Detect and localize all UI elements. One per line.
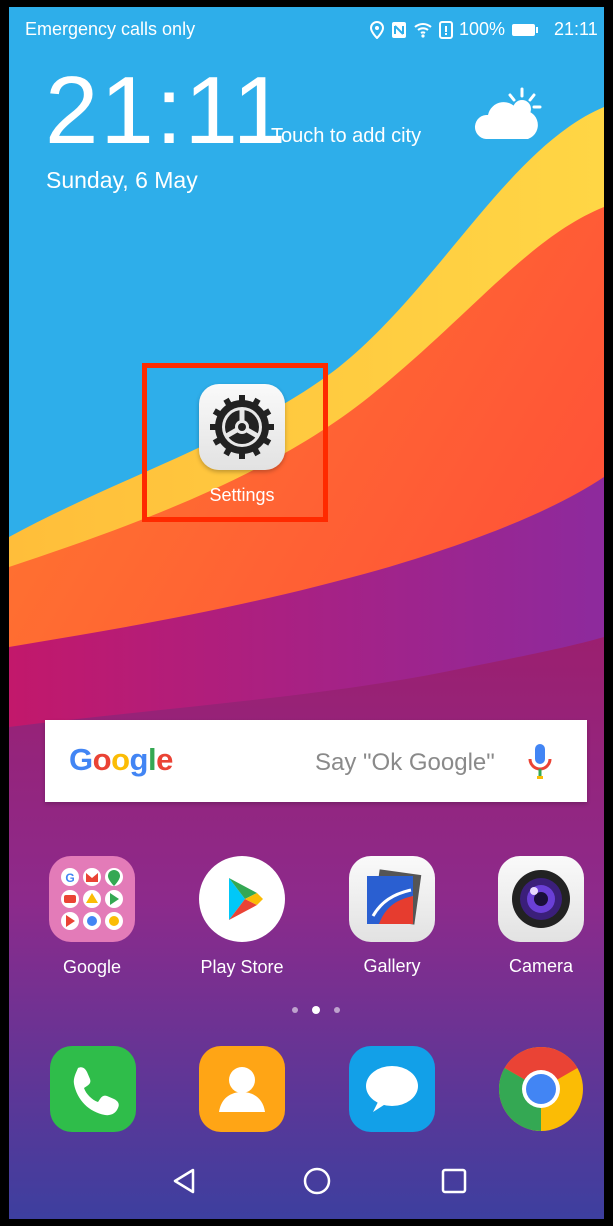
status-icons: 100% — [369, 19, 539, 40]
weather-cloud-sun-icon[interactable] — [472, 87, 544, 145]
gallery-icon[interactable] — [349, 856, 435, 942]
phone-handset — [73, 1067, 119, 1116]
google-logo: Google — [69, 742, 173, 777]
home-screen: Emergency calls only 100% 21:11 21:11 To… — [9, 7, 604, 1219]
status-time: 21:11 — [554, 19, 598, 39]
wifi-icon — [414, 22, 432, 38]
clock-date: Sunday, 6 May — [46, 167, 198, 193]
page-indicator — [291, 1005, 341, 1015]
carrier-text: Emergency calls only — [25, 19, 196, 39]
google-search-bar[interactable]: Google Say "Ok Google" — [45, 720, 587, 802]
location-icon — [369, 20, 385, 39]
gallery-photos — [367, 869, 422, 925]
play-store-icon[interactable] — [199, 856, 285, 942]
recents-icon[interactable] — [439, 1166, 469, 1196]
contact-person — [219, 1067, 265, 1112]
gallery-label: Gallery — [363, 956, 421, 976]
svg-text:G: G — [65, 871, 74, 885]
messages-icon[interactable] — [349, 1046, 435, 1132]
storage-alert-icon — [439, 20, 453, 39]
camera-label: Camera — [508, 956, 574, 976]
page-dot-home — [292, 1007, 298, 1013]
settings-app-icon[interactable] — [199, 384, 285, 470]
city-prompt[interactable]: Touch to add city — [271, 125, 421, 148]
settings-app-label: Settings — [209, 485, 275, 505]
search-hint: Say "Ok Google" — [315, 749, 495, 776]
phone-icon[interactable] — [50, 1046, 136, 1132]
camera-lens — [512, 870, 570, 928]
nfc-icon — [392, 21, 406, 38]
clock-time[interactable]: 21:11 — [45, 63, 288, 159]
chrome-logo — [498, 1046, 583, 1131]
google-folder-icon[interactable]: G — [49, 856, 135, 942]
page-dot-current — [312, 1006, 320, 1014]
page-dot — [334, 1007, 340, 1013]
battery-icon — [512, 23, 539, 36]
home-icon[interactable] — [302, 1166, 332, 1196]
microphone-icon[interactable] — [527, 742, 553, 782]
google-folder-contents: G — [61, 868, 123, 930]
gear-icon — [210, 395, 274, 459]
camera-icon[interactable] — [498, 856, 584, 942]
chrome-icon[interactable] — [498, 1046, 584, 1132]
speech-bubble — [366, 1066, 418, 1112]
play-triangle — [229, 878, 263, 920]
back-icon[interactable] — [169, 1166, 199, 1196]
contacts-icon[interactable] — [199, 1046, 285, 1132]
battery-percent: 100% — [459, 19, 506, 39]
google-folder-label: Google — [62, 957, 122, 977]
play-store-label: Play Store — [200, 957, 284, 977]
